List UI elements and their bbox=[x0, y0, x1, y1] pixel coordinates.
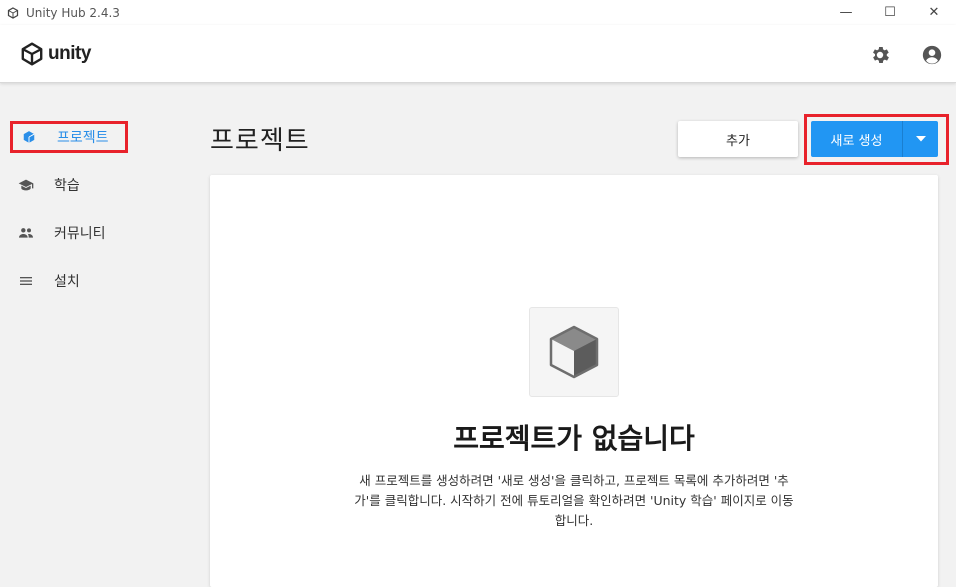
unity-app-icon bbox=[6, 6, 20, 20]
window-controls: — ☐ ✕ bbox=[824, 0, 956, 25]
sidebar-item-community[interactable]: 커뮤니티 bbox=[10, 217, 128, 249]
people-icon bbox=[18, 225, 34, 241]
minimize-button[interactable]: — bbox=[824, 0, 868, 25]
logo-text: unity bbox=[48, 43, 91, 64]
sidebar-item-learn[interactable]: 학습 bbox=[10, 169, 128, 201]
minimize-icon: — bbox=[839, 5, 853, 20]
window-title: Unity Hub 2.4.3 bbox=[26, 5, 120, 20]
window-titlebar: Unity Hub 2.4.3 — ☐ ✕ bbox=[0, 0, 956, 25]
account-circle-icon[interactable] bbox=[920, 43, 944, 67]
caret-down-icon bbox=[915, 136, 926, 142]
sidebar-item-label: 커뮤니티 bbox=[54, 226, 106, 242]
cube-icon bbox=[549, 325, 599, 379]
empty-state-title: 프로젝트가 없습니다 bbox=[453, 422, 695, 455]
appbar-actions bbox=[840, 43, 944, 67]
cube-icon bbox=[21, 129, 37, 145]
close-icon: ✕ bbox=[928, 5, 940, 20]
app-header: unity bbox=[0, 25, 956, 83]
new-project-button[interactable]: 새로 생성 bbox=[811, 121, 902, 157]
gear-icon[interactable] bbox=[868, 43, 892, 67]
sidebar-item-label: 프로젝트 bbox=[57, 130, 109, 146]
empty-state-icon-box bbox=[529, 307, 619, 397]
maximize-icon: ☐ bbox=[884, 5, 896, 20]
page-title: 프로젝트 bbox=[210, 126, 310, 156]
empty-state-description: 새 프로젝트를 생성하려면 '새로 생성'을 클릭하고, 프로젝트 목록에 추가… bbox=[354, 473, 794, 528]
unity-logo-icon bbox=[21, 42, 43, 66]
sidebar-item-installs[interactable]: 설치 bbox=[10, 265, 128, 297]
add-project-button[interactable]: 추가 bbox=[678, 121, 798, 157]
unity-logo: unity bbox=[19, 41, 91, 67]
maximize-button[interactable]: ☐ bbox=[868, 0, 912, 25]
sidebar-item-projects[interactable]: 프로젝트 bbox=[10, 121, 128, 153]
sidebar-item-label: 학습 bbox=[54, 178, 80, 194]
sidebar-item-label: 설치 bbox=[54, 274, 80, 290]
graduation-cap-icon bbox=[18, 177, 34, 193]
close-window-button[interactable]: ✕ bbox=[912, 0, 956, 25]
sidebar: 프로젝트 학습 커뮤니티 설치 bbox=[0, 84, 190, 587]
list-icon bbox=[18, 273, 34, 289]
new-project-dropdown-button[interactable] bbox=[902, 121, 938, 157]
projects-panel: 프로젝트가 없습니다 새 프로젝트를 생성하려면 '새로 생성'을 클릭하고, … bbox=[210, 175, 938, 587]
